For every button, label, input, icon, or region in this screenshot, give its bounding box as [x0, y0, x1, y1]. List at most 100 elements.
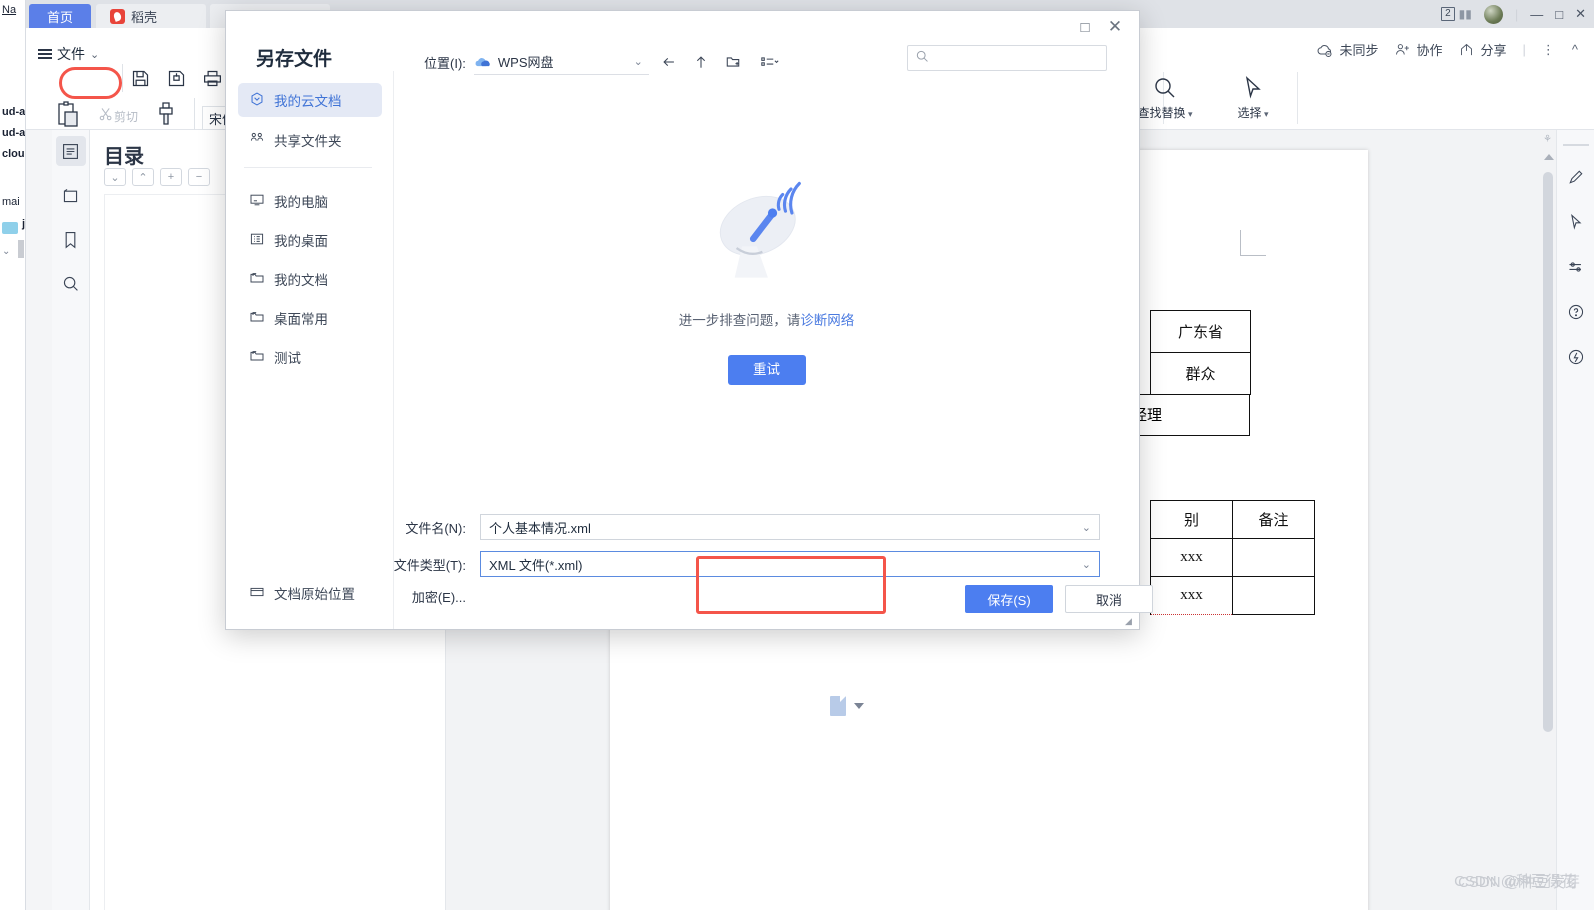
- encrypt-button[interactable]: 加密(E)...: [388, 587, 466, 606]
- table-header-cell: 备注: [1232, 500, 1315, 539]
- dialog-maximize-button[interactable]: □: [1075, 17, 1095, 37]
- save-button[interactable]: 保存(S): [965, 585, 1053, 613]
- table-cell: xxx: [1150, 576, 1233, 615]
- print-icon[interactable]: [202, 68, 224, 90]
- folder-icon: [249, 348, 265, 367]
- collapse-ribbon-icon[interactable]: ^: [1572, 42, 1578, 57]
- filename-input[interactable]: 个人基本情况.xml ⌄: [480, 514, 1100, 540]
- empty-state: 进一步排查问题，请诊断网络 重试: [394, 181, 1139, 385]
- outline-expand-plus-icon[interactable]: +: [160, 168, 182, 186]
- chevron-down-icon[interactable]: ⌄: [1082, 521, 1091, 534]
- search-icon: [1134, 74, 1196, 104]
- tab-docer-label: 稻壳: [131, 9, 158, 25]
- select-button[interactable]: 选择 ▾: [1222, 74, 1284, 121]
- help-icon[interactable]: [1567, 303, 1585, 326]
- dialog-form: 文件名(N): 个人基本情况.xml ⌄ 文件类型(T): XML 文件(*.x…: [236, 509, 1153, 629]
- filetype-label: 文件类型(T):: [393, 557, 466, 573]
- save-icon[interactable]: [130, 68, 152, 90]
- sidebar-item-my-documents[interactable]: 我的文档: [238, 262, 382, 296]
- vertical-scrollbar[interactable]: ⚘: [1540, 130, 1556, 910]
- scrollbar-thumb[interactable]: [1543, 172, 1553, 732]
- sidebar-item-label: 测试: [274, 351, 301, 366]
- feedback-icon[interactable]: [1567, 348, 1585, 371]
- doc-table-top: 广东省 群众: [1150, 310, 1251, 395]
- rail-search-icon[interactable]: [56, 268, 86, 298]
- view-list-icon[interactable]: [753, 50, 787, 74]
- page-corner-mark: [1240, 230, 1266, 256]
- sidebar-item-my-desktop[interactable]: 我的桌面: [238, 223, 382, 257]
- window-controls: 2 ▮▮ | — □ ✕: [1441, 0, 1586, 28]
- chevron-down-icon: ⌄: [633, 56, 643, 68]
- up-arrow-icon[interactable]: [689, 50, 713, 74]
- cut-icon: [98, 106, 114, 127]
- sidebar-item-desktop-common[interactable]: 桌面常用: [238, 301, 382, 335]
- dialog-resize-grip[interactable]: ◢: [1125, 616, 1135, 626]
- dialog-title: 另存文件: [256, 49, 333, 70]
- rail-thumbnail-icon[interactable]: [56, 180, 86, 210]
- scroll-up-arrow[interactable]: [1544, 154, 1554, 160]
- cloud-doc-icon: [249, 91, 265, 110]
- file-menu-button[interactable]: 文件 ⌄: [38, 40, 108, 68]
- docer-icon: [110, 8, 125, 24]
- bg-chevron-icon: ⌄: [2, 246, 11, 257]
- tab-home[interactable]: 首页: [29, 4, 91, 28]
- location-row: 位置(I): WPS网盘 ⌄: [424, 49, 787, 75]
- pen-icon[interactable]: [1567, 168, 1585, 191]
- filetype-value: XML 文件(*.xml): [489, 557, 583, 573]
- filename-row: 文件名(N): 个人基本情况.xml ⌄: [388, 514, 1100, 540]
- app-root: Na ud-a ud-a clou mai j ⌄ 首页 稻壳 2 ▮▮ | —…: [0, 0, 1594, 910]
- outline-collapse-down-icon[interactable]: ⌄: [104, 168, 126, 186]
- find-replace-label: 查找替换: [1137, 106, 1186, 120]
- sync-status-button[interactable]: 未同步: [1315, 40, 1378, 59]
- retry-button[interactable]: 重试: [727, 355, 806, 385]
- outline-collapse-up-icon[interactable]: ⌃: [132, 168, 154, 186]
- avatar[interactable]: [1483, 4, 1503, 24]
- save-as-icon[interactable]: [166, 68, 188, 90]
- maximize-button[interactable]: □: [1555, 7, 1563, 22]
- cursor-icon[interactable]: [1567, 213, 1585, 236]
- satellite-dish-icon: [707, 181, 827, 293]
- collaborate-button[interactable]: 协作: [1394, 40, 1442, 59]
- share-button[interactable]: 分享: [1458, 40, 1507, 59]
- chevron-down-icon[interactable]: ⌄: [1082, 558, 1091, 571]
- empty-state-prefix: 进一步排查问题，请: [678, 313, 801, 328]
- dialog-search-input[interactable]: [907, 45, 1107, 71]
- location-value: WPS网盘: [497, 55, 554, 70]
- outline-collapse-minus-icon[interactable]: −: [188, 168, 210, 186]
- diagnose-network-link[interactable]: 诊断网络: [800, 313, 854, 328]
- settings-sliders-icon[interactable]: [1567, 258, 1585, 281]
- sidebar-item-my-computer[interactable]: 我的电脑: [238, 184, 382, 218]
- rail-outline-icon[interactable]: [55, 136, 86, 166]
- minimize-button[interactable]: —: [1530, 7, 1543, 22]
- rail-bookmark-icon[interactable]: [56, 224, 86, 254]
- sidebar-item-shared-folder[interactable]: 共享文件夹: [238, 123, 382, 157]
- my-documents-icon: [249, 270, 265, 289]
- filetype-highlight-box: [696, 556, 886, 614]
- more-options-icon[interactable]: ⋮: [1542, 42, 1556, 58]
- sync-status-label: 未同步: [1339, 43, 1379, 58]
- sidebar-item-my-cloud-docs[interactable]: 我的云文档: [238, 83, 382, 117]
- encrypt-row: 加密(E)...: [388, 587, 466, 606]
- dialog-main: 位置(I): WPS网盘 ⌄ 进一步排查问题，请诊断网络 重试 文件名(N): …: [394, 45, 1153, 629]
- table-header-cell: 别: [1150, 500, 1233, 539]
- cancel-button[interactable]: 取消: [1065, 585, 1153, 613]
- scroll-pin-icon[interactable]: ⚘: [1543, 134, 1552, 145]
- filename-value: 个人基本情况.xml: [489, 520, 591, 536]
- new-folder-icon[interactable]: [721, 50, 745, 74]
- bg-text-line-2: ud-a: [2, 127, 26, 139]
- doc-count-badge[interactable]: 2: [1441, 7, 1455, 21]
- location-select[interactable]: WPS网盘 ⌄: [473, 49, 649, 75]
- table-row: 别 备注: [1150, 500, 1315, 539]
- back-arrow-icon[interactable]: [657, 50, 681, 74]
- shared-folder-icon: [249, 131, 265, 150]
- dialog-close-button[interactable]: ✕: [1105, 17, 1125, 37]
- tab-docer[interactable]: 稻壳: [96, 4, 206, 28]
- close-button[interactable]: ✕: [1575, 6, 1586, 22]
- select-label: 选择: [1237, 106, 1262, 120]
- chevron-down-icon[interactable]: [854, 703, 864, 709]
- paragraph-marker[interactable]: [830, 696, 864, 716]
- find-replace-button[interactable]: 查找替换 ▾: [1134, 74, 1196, 121]
- share-label: 分享: [1480, 43, 1507, 58]
- table-row: 群众: [1150, 352, 1251, 395]
- sidebar-item-test[interactable]: 测试: [238, 340, 382, 374]
